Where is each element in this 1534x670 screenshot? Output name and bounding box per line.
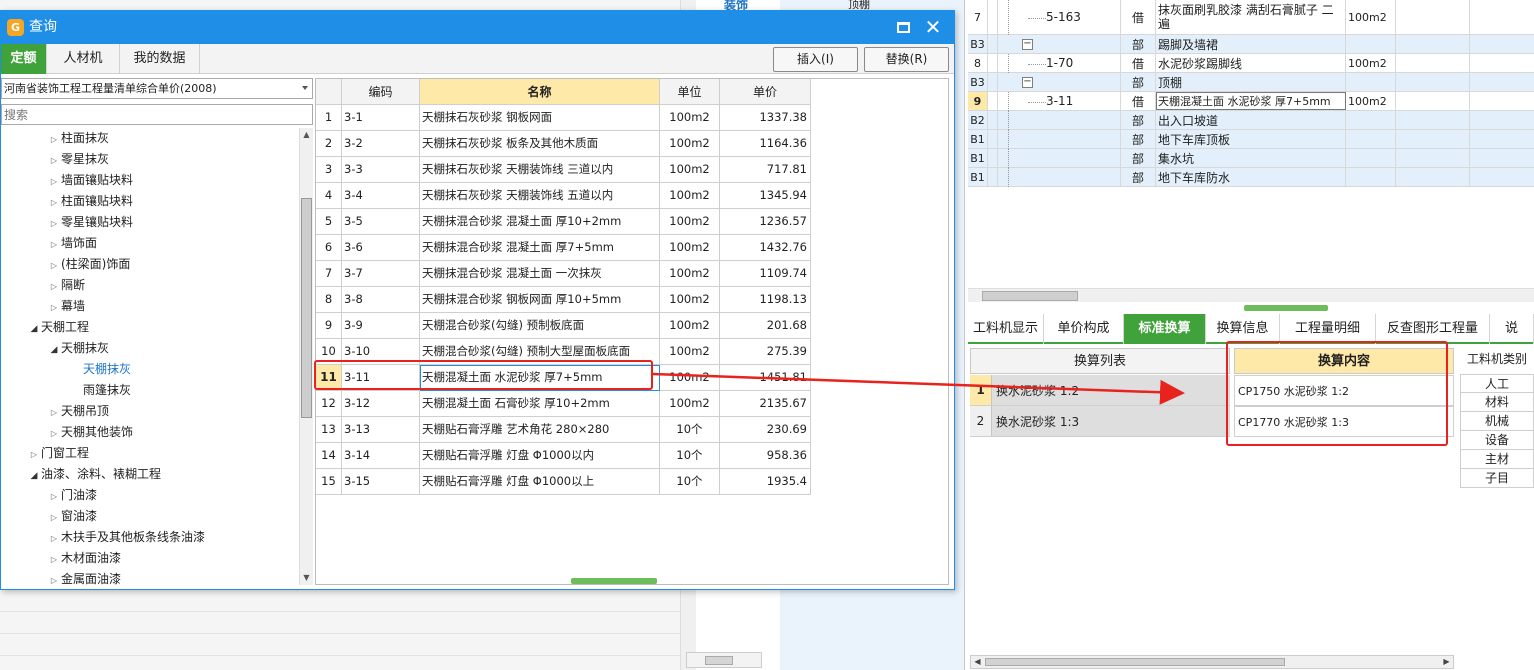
annotation-arrow [652,372,1185,405]
